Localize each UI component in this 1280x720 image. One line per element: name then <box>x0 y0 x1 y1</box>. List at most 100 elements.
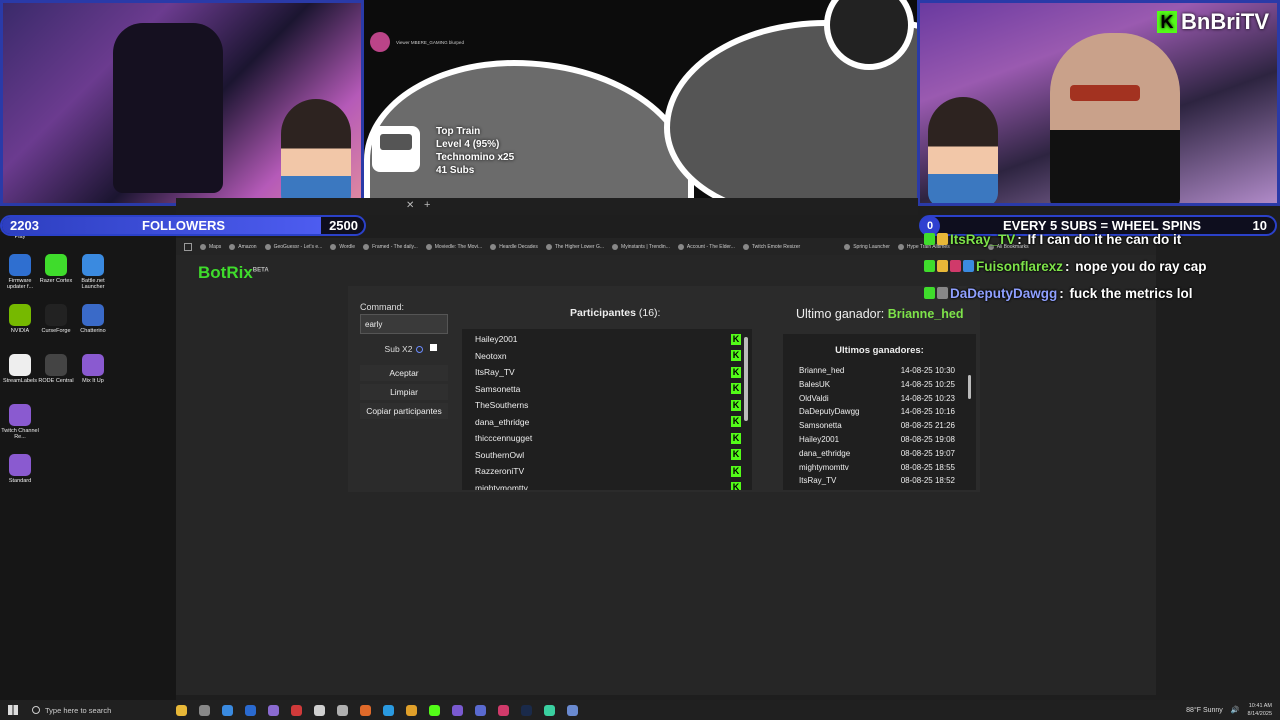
edge-icon[interactable] <box>383 704 394 716</box>
chat-badge-icon <box>924 287 935 299</box>
accept-button[interactable]: Aceptar <box>360 365 448 381</box>
app-icon[interactable] <box>544 704 555 716</box>
clear-button[interactable]: Limpiar <box>360 384 448 400</box>
desktop-icon-label: RODE Central <box>38 378 74 384</box>
mixitup-icon <box>82 354 104 376</box>
copy-participants-button[interactable]: Copiar participantes <box>360 403 448 419</box>
desktop-icon[interactable]: Standard <box>0 454 40 484</box>
discord-icon[interactable] <box>475 704 486 716</box>
taskbar-search[interactable]: Type here to search <box>26 702 156 718</box>
participant-row[interactable]: SouthernOwl K <box>475 447 741 463</box>
desktop-icon[interactable]: Razer Cortex <box>36 254 76 284</box>
hype-train-info: Top Train Level 4 (95%) Technomino x25 4… <box>436 125 514 177</box>
bookmark-item[interactable]: Twitch Emote Resizer <box>742 243 800 250</box>
app-icon[interactable] <box>567 704 578 716</box>
last-winner: Ultimo ganador: Brianne_hed <box>796 307 963 321</box>
edge-icon[interactable] <box>222 704 233 716</box>
new-tab-icon[interactable]: + <box>424 199 430 211</box>
twitch-icon[interactable] <box>452 704 463 716</box>
bookmark-item[interactable]: The Higher Lower G... <box>545 243 604 250</box>
firefox-icon[interactable] <box>360 704 371 716</box>
participant-row[interactable]: RazzeroniTV K <box>475 463 741 479</box>
participant-row[interactable]: Samsonetta K <box>475 381 741 397</box>
kick-platform-icon: K <box>731 383 741 394</box>
bookmark-item[interactable]: Wordle <box>330 243 355 250</box>
bookmark-label: Myinstants | Trendin... <box>621 243 670 250</box>
winner-row: Hailey2001 08-08-25 19:08 <box>799 435 955 448</box>
kick-icon[interactable] <box>429 704 440 716</box>
chrome-icon[interactable] <box>406 704 417 716</box>
bookmark-item[interactable]: Maps <box>200 243 221 250</box>
bookmark-favicon-icon <box>742 243 749 250</box>
scroll-thumb[interactable] <box>968 375 971 399</box>
clock-date: 8/14/2025 <box>1247 711 1272 717</box>
desktop-icon-label: StreamLabels <box>3 378 37 384</box>
participant-row[interactable]: Neotoxn K <box>475 348 741 364</box>
outlook-icon[interactable] <box>245 704 256 716</box>
bookmark-item[interactable]: Account - The Elder... <box>677 243 735 250</box>
app-icon[interactable] <box>314 704 325 716</box>
participant-row[interactable]: dana_ethridge K <box>475 414 741 430</box>
desktop-icon[interactable]: RODE Central <box>36 354 76 384</box>
botrix-logo[interactable]: BotRixBETA <box>198 263 269 283</box>
chat-colon: : <box>1059 285 1068 301</box>
command-input[interactable] <box>360 314 448 334</box>
subs-goal: 10 <box>1252 218 1267 233</box>
chat-badge-icon <box>963 260 974 272</box>
desktop-icon[interactable]: StreamLabels <box>0 354 40 384</box>
kick-logo-icon: K <box>1157 11 1177 33</box>
participant-row[interactable]: ItsRay_TV K <box>475 364 741 380</box>
winner-row: Brianne_hed 14-08-25 10:30 <box>799 366 955 379</box>
bookmark-item[interactable]: Amazon <box>229 243 257 250</box>
participant-row[interactable]: mightymomttv K <box>475 480 741 490</box>
participants-scrollbar[interactable] <box>744 331 748 486</box>
participant-row[interactable]: Hailey2001 K <box>475 331 741 347</box>
bookmark-item[interactable]: Moviedle: The Movi... <box>425 243 483 250</box>
desktop-icon[interactable]: Mix It Up <box>73 354 113 384</box>
steam-icon[interactable] <box>521 704 532 716</box>
desktop-icon[interactable]: Twitch Channel Re... <box>0 404 40 440</box>
viewer-avatar <box>370 32 390 52</box>
apps-grid-icon[interactable] <box>184 242 192 251</box>
anime-avatar <box>281 99 351 203</box>
info-icon[interactable] <box>416 345 424 353</box>
bookmark-label: Moviedle: The Movi... <box>434 243 483 250</box>
app-icon[interactable] <box>268 704 279 716</box>
winners-scrollbar[interactable] <box>968 371 971 484</box>
last-winner-name: Brianne_hed <box>887 307 964 321</box>
clock[interactable]: 10:41 AM 8/14/2025 <box>1248 702 1272 718</box>
app-icon[interactable] <box>498 704 509 716</box>
obs-icon[interactable] <box>291 704 302 716</box>
bookmark-item[interactable]: Spring Launcher <box>844 243 890 250</box>
bookmark-item[interactable]: Heardle Decades <box>490 243 538 250</box>
weather-info[interactable]: 88°F Sunny <box>1186 707 1223 714</box>
nvidia-icon <box>9 304 31 326</box>
bookmark-favicon-icon <box>677 243 684 250</box>
participant-row[interactable]: TheSoutherns K <box>475 397 741 413</box>
desktop-icon[interactable]: CurseForge <box>36 304 76 334</box>
desktop-icon[interactable]: Battle.net Launcher <box>73 254 113 290</box>
desktop-icon[interactable]: Firmware updater f... <box>0 254 40 290</box>
bookmark-favicon-icon <box>897 243 904 250</box>
bookmark-item[interactable]: GeoGuessr - Let's e... <box>264 243 322 250</box>
sub-x2-checkbox[interactable] <box>430 344 437 351</box>
widget-icon[interactable] <box>176 704 187 716</box>
desktop-icon[interactable]: NVIDIA <box>0 304 40 334</box>
bookmark-item[interactable]: Framed - The daily... <box>363 243 418 250</box>
chat-username: DaDeputyDawgg <box>950 285 1058 301</box>
task-view-icon[interactable] <box>199 704 210 716</box>
bookmark-item[interactable]: Myinstants | Trendin... <box>612 243 670 250</box>
volume-icon[interactable]: 🔊 <box>1231 706 1240 714</box>
participants-list[interactable]: mightymomttv K RazzeroniTV K SouthernOwl Kthi… <box>462 329 752 490</box>
logo-text: BotRix <box>198 263 253 282</box>
chat-badge-icon <box>924 260 935 272</box>
winners-list[interactable]: Ultimos ganadores: Brianne_hed 14-08-25 1… <box>783 334 976 490</box>
bookmark-label: Framed - The daily... <box>372 243 418 250</box>
scroll-thumb[interactable] <box>744 337 748 421</box>
app-icon[interactable] <box>337 704 348 716</box>
streamer <box>1050 33 1180 203</box>
desktop-icon[interactable]: Chatterino <box>73 304 113 334</box>
participant-row[interactable]: thicccennugget K <box>475 430 741 446</box>
close-tab-icon[interactable]: ✕ <box>406 200 414 211</box>
windows-start-icon[interactable] <box>8 705 18 715</box>
